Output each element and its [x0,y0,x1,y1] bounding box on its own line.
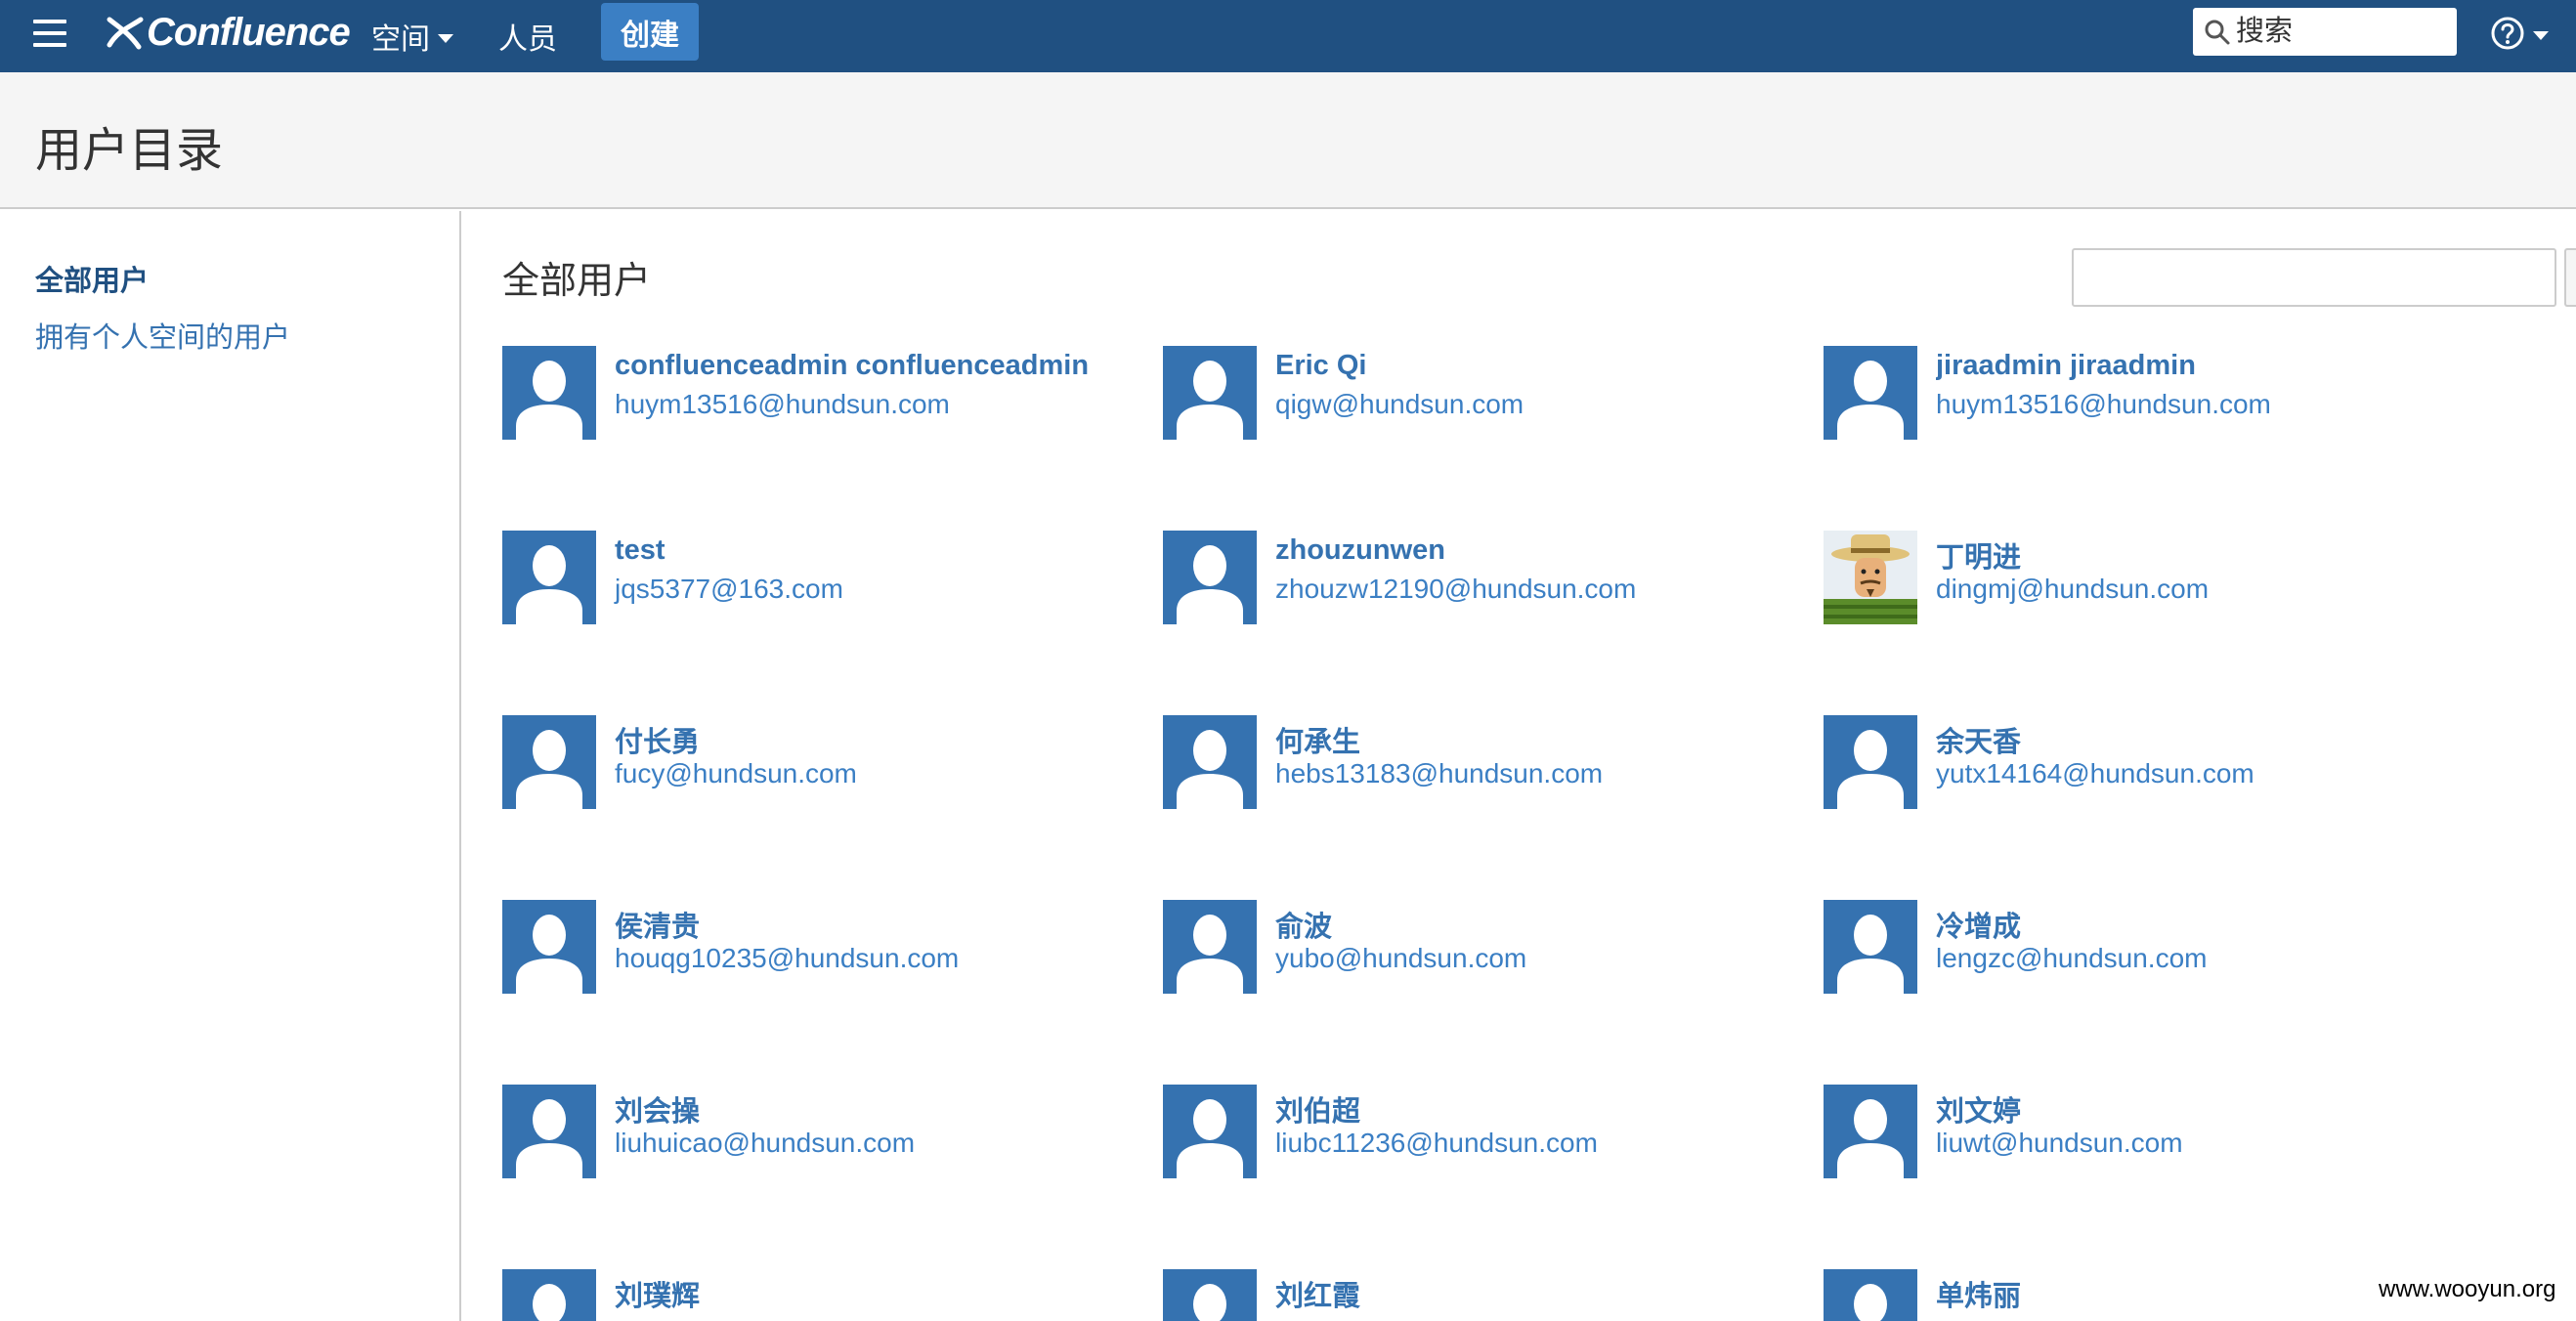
confluence-logo-icon [107,17,144,50]
default-avatar-icon[interactable] [502,900,596,994]
user-email-link[interactable]: yutx14164@hundsun.com [1936,758,2254,789]
nav-people-label: 人员 [498,23,557,56]
chevron-down-icon [438,33,453,43]
user-name-link[interactable]: 刘伯超 [1275,1088,1825,1129]
create-button[interactable]: 创建 [601,3,699,61]
user-email-link[interactable]: liubc11236@hundsun.com [1275,1128,1598,1159]
user-name-link[interactable]: 刘红霞 [1275,1273,1825,1314]
user-card: jiraadmin jiraadmin huym13516@hundsun.com [1824,346,2449,463]
user-name-link[interactable]: confluenceadmin confluenceadmin [615,350,1164,382]
user-name-link[interactable]: jiraadmin jiraadmin [1936,350,2485,382]
user-card: 丁明进 dingmj@hundsun.com [1824,531,2449,648]
menu-icon[interactable] [33,20,66,47]
search-icon [2205,20,2230,44]
default-avatar-icon[interactable] [1163,531,1257,624]
user-card: 冷增成 lengzc@hundsun.com [1824,900,2449,1017]
default-avatar-icon[interactable] [1824,1085,1917,1178]
default-avatar-icon[interactable] [1824,900,1917,994]
cartoon-man-avatar-icon[interactable] [1824,531,1917,624]
help-menu[interactable] [2490,14,2549,53]
user-card: 刘会操 liuhuicao@hundsun.com [502,1085,1128,1202]
default-avatar-icon[interactable] [1163,346,1257,440]
user-name-link[interactable]: 俞波 [1275,904,1825,945]
user-card: 何承生 hebs13183@hundsun.com [1163,715,1788,832]
default-avatar-icon[interactable] [1163,1269,1257,1321]
user-name-link[interactable]: 冷增成 [1936,904,2485,945]
default-avatar-icon[interactable] [1163,1085,1257,1178]
default-avatar-icon[interactable] [1824,346,1917,440]
search-input[interactable] [2236,16,2451,48]
user-name-link[interactable]: 余天香 [1936,719,2485,760]
user-card: test jqs5377@163.com [502,531,1128,648]
default-avatar-icon[interactable] [1163,715,1257,809]
watermark: www.wooyun.org [2375,1276,2560,1303]
user-card: zhouzunwen zhouzw12190@hundsun.com [1163,531,1788,648]
user-email-link[interactable]: lengzc@hundsun.com [1936,943,2207,974]
page-title: 用户目录 [35,125,224,177]
user-email-link[interactable]: hebs13183@hundsun.com [1275,758,1603,789]
user-name-link[interactable]: zhouzunwen [1275,534,1825,567]
default-avatar-icon[interactable] [502,531,596,624]
user-card: 俞波 yubo@hundsun.com [1163,900,1788,1017]
nav-spaces-label: 空间 [371,23,430,56]
user-card: 余天香 yutx14164@hundsun.com [1824,715,2449,832]
brand-name: Confluence [147,10,351,54]
sidebar-item-users-with-personal-space[interactable]: 拥有个人空间的用户 [35,315,290,356]
user-email-link[interactable]: fucy@hundsun.com [615,758,857,789]
help-icon [2491,17,2524,50]
user-name-link[interactable]: 何承生 [1275,719,1825,760]
user-email-link[interactable]: yubo@hundsun.com [1275,943,1526,974]
user-card: confluenceadmin confluenceadmin huym13516… [502,346,1128,463]
user-name-link[interactable]: 侯清贵 [615,904,1164,945]
top-navigation-bar: Confluence 空间 人员 创建 [0,0,2576,72]
user-email-link[interactable]: dingmj@hundsun.com [1936,574,2209,605]
user-card: 刘文婷 liuwt@hundsun.com [1824,1085,2449,1202]
sidebar-item-all-users[interactable]: 全部用户 [35,258,149,299]
confluence-logo[interactable]: Confluence [104,8,351,57]
filter-button[interactable] [2564,248,2576,307]
user-email-link[interactable]: qigw@hundsun.com [1275,389,1524,420]
sidebar: 全部用户 拥有个人空间的用户 [0,211,461,1321]
nav-people[interactable]: 人员 [498,0,557,72]
page-header: 用户目录 [0,72,2576,209]
user-card: 刘璞辉 [502,1269,1128,1321]
user-email-link[interactable]: huym13516@hundsun.com [1936,389,2271,420]
user-card: 单炜丽 [1824,1269,2449,1321]
user-name-link[interactable]: 刘璞辉 [615,1273,1164,1314]
user-name-link[interactable]: test [615,534,1164,567]
default-avatar-icon[interactable] [502,1085,596,1178]
user-email-link[interactable]: zhouzw12190@hundsun.com [1275,574,1636,605]
user-card: 付长勇 fucy@hundsun.com [502,715,1128,832]
default-avatar-icon[interactable] [1824,1269,1917,1321]
default-avatar-icon[interactable] [1824,715,1917,809]
default-avatar-icon[interactable] [502,346,596,440]
main-content: 全部用户 confluenceadmin confluenceadmin huym… [463,211,2576,1321]
user-name-link[interactable]: 付长勇 [615,719,1164,760]
user-filter-input[interactable] [2072,248,2556,307]
user-email-link[interactable]: huym13516@hundsun.com [615,389,950,420]
user-email-link[interactable]: jqs5377@163.com [615,574,843,605]
default-avatar-icon[interactable] [502,1269,596,1321]
default-avatar-icon[interactable] [1163,900,1257,994]
user-email-link[interactable]: liuhuicao@hundsun.com [615,1128,915,1159]
user-card: Eric Qi qigw@hundsun.com [1163,346,1788,463]
search-box[interactable] [2193,8,2457,56]
user-name-link[interactable]: 丁明进 [1936,534,2485,575]
user-card: 刘红霞 [1163,1269,1788,1321]
user-name-link[interactable]: Eric Qi [1275,350,1825,382]
default-avatar-icon[interactable] [502,715,596,809]
user-card: 侯清贵 houqg10235@hundsun.com [502,900,1128,1017]
user-email-link[interactable]: houqg10235@hundsun.com [615,943,959,974]
user-card: 刘伯超 liubc11236@hundsun.com [1163,1085,1788,1202]
section-title: 全部用户 [502,261,652,302]
chevron-down-icon [2533,30,2549,40]
user-name-link[interactable]: 刘文婷 [1936,1088,2485,1129]
nav-spaces-dropdown[interactable]: 空间 [371,0,453,72]
user-name-link[interactable]: 刘会操 [615,1088,1164,1129]
user-email-link[interactable]: liuwt@hundsun.com [1936,1128,2183,1159]
